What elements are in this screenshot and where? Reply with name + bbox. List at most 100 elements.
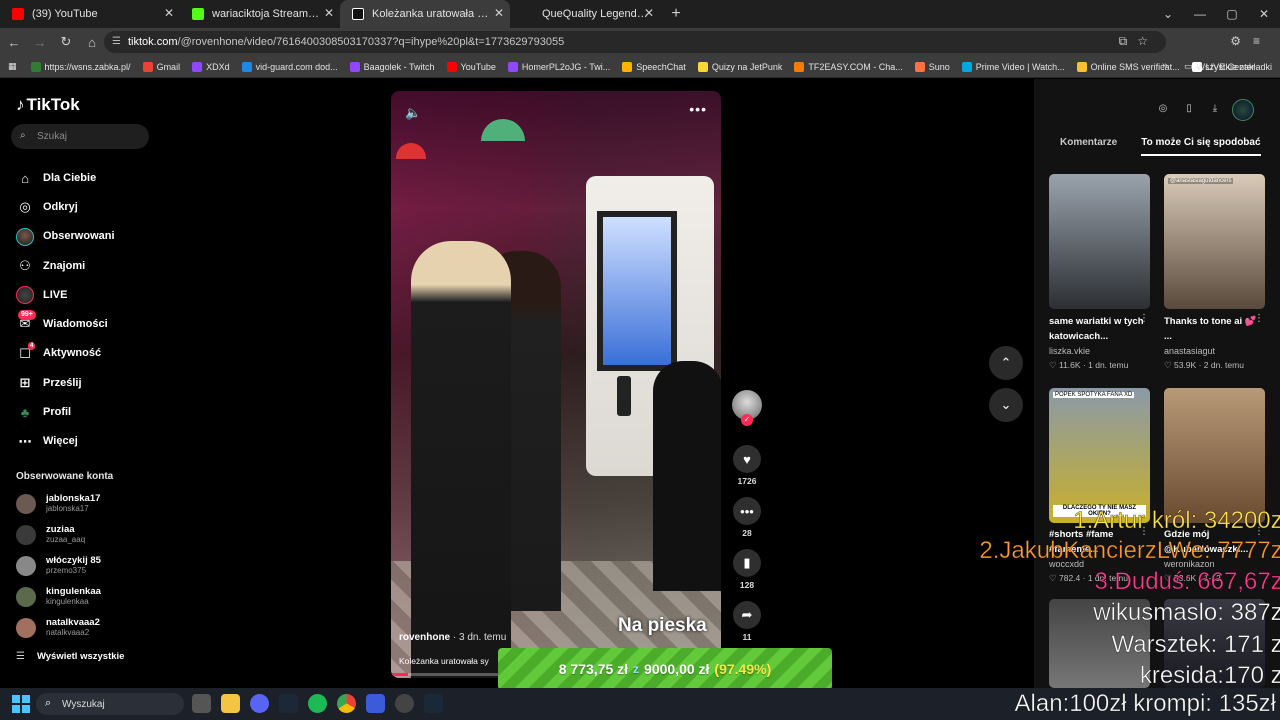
file-explorer-icon[interactable]: [221, 694, 240, 713]
save-button[interactable]: ▮: [733, 549, 761, 577]
maximize-button[interactable]: ▢: [1216, 0, 1248, 28]
video-thumbnail[interactable]: POPEK SPOTYKA FANA XD DLACZEGO TY NIE MAS…: [1049, 388, 1150, 523]
screen: (39) YouTube ✕ wariaciktoja Stream - Wat…: [0, 0, 1280, 720]
thumbnail-author[interactable]: anastasiagut: [1164, 346, 1215, 356]
followed-account[interactable]: jablonska17 jablonska17: [16, 489, 156, 520]
bookmark-item[interactable]: YouTube: [446, 61, 496, 72]
address-bar[interactable]: ☰ tiktok.com/@rovenhone/video/7616400308…: [104, 31, 1166, 53]
video-author[interactable]: rovenhone · 3 dn. temu: [399, 632, 506, 643]
close-tab-icon[interactable]: ✕: [494, 6, 504, 20]
spotify-icon[interactable]: [308, 694, 327, 713]
follow-check-icon[interactable]: ✓: [741, 414, 753, 426]
heart-outline-icon: ♡: [1049, 360, 1059, 370]
download-icon[interactable]: ⤓: [1206, 99, 1224, 117]
followed-account[interactable]: zuziaa zuzaa_aaq: [16, 520, 156, 551]
leaderboard-entry: wikusmaslo: 387zł: [1093, 599, 1280, 627]
nav-profile[interactable]: ♣ Profil: [16, 397, 156, 426]
apps-icon[interactable]: ▦: [8, 61, 17, 72]
chevron-up-icon: ⌃: [1000, 355, 1012, 370]
back-button[interactable]: ←: [2, 35, 26, 50]
bookmark-item[interactable]: Quizy na JetPunk: [697, 61, 782, 72]
discord-icon[interactable]: [250, 694, 269, 713]
thumbnail-author[interactable]: liszka.vkie: [1049, 346, 1090, 356]
tiktok-logo[interactable]: ♪ TikTok: [16, 95, 80, 115]
chrome-icon[interactable]: [337, 694, 356, 713]
search-input[interactable]: ⌕ Szukaj: [11, 124, 149, 149]
video-thumbnail[interactable]: [1049, 174, 1150, 309]
see-all-following-link[interactable]: ☰ Wyświetl wszystkie: [16, 651, 124, 662]
bookmark-item[interactable]: Prime Video | Watch...: [961, 61, 1065, 72]
tiktok-note-icon: ♪: [16, 95, 25, 114]
heart-icon: ♥: [743, 451, 751, 467]
nav-for-you[interactable]: ⌂ Dla Ciebie: [16, 163, 156, 192]
thumbnail-title[interactable]: same wariatki w tych katowicach...: [1049, 314, 1144, 344]
steam-icon[interactable]: [424, 694, 443, 713]
share-button[interactable]: ➦: [733, 601, 761, 629]
comment-button[interactable]: •••: [733, 497, 761, 525]
bookmark-item[interactable]: vid-guard.com dod...: [241, 61, 338, 72]
leaderboard-entry: Alan:100zł krompi: 135zł: [1014, 690, 1276, 718]
bookmarks-overflow-icon[interactable]: »: [1162, 60, 1168, 72]
steam-icon[interactable]: [279, 694, 298, 713]
tab-you-may-like[interactable]: To może Ci się spodobać: [1141, 137, 1261, 156]
next-video-button[interactable]: ⌄: [989, 388, 1023, 422]
more-options-icon[interactable]: ⋮: [1139, 313, 1149, 324]
bookmark-item[interactable]: Baagolek - Twitch: [349, 61, 435, 72]
new-tab-button[interactable]: +: [664, 2, 688, 26]
bookmark-item[interactable]: SpeechChat: [622, 61, 686, 72]
bookmark-item[interactable]: Suno: [914, 61, 950, 72]
close-tab-icon[interactable]: ✕: [644, 6, 654, 20]
reload-button[interactable]: ↻: [54, 34, 78, 50]
bookmark-item[interactable]: https://wsns.zabka.pl/: [30, 61, 131, 72]
video-thumbnail[interactable]: @anastasiagutdancers: [1164, 174, 1265, 309]
video-thumbnail[interactable]: [1164, 388, 1265, 523]
site-info-icon[interactable]: ☰: [112, 36, 121, 47]
task-view-icon[interactable]: [192, 694, 211, 713]
taskbar-search[interactable]: ⌕ Wyszukaj: [36, 693, 184, 715]
app-icon[interactable]: [366, 694, 385, 713]
windows-start-icon[interactable]: [12, 695, 30, 713]
nav-live[interactable]: LIVE: [16, 280, 156, 309]
tab-quequality[interactable]: QueQuality Legendary Hoodie ✕: [510, 0, 660, 28]
close-tab-icon[interactable]: ✕: [164, 6, 174, 20]
followed-account[interactable]: kingulenkaa kingulenkaa: [16, 582, 156, 613]
minimize-button[interactable]: —: [1184, 0, 1216, 28]
bookmark-star-icon[interactable]: ⧉☆: [1119, 34, 1158, 49]
more-options-icon[interactable]: ⋮: [1254, 313, 1264, 324]
nav-upload[interactable]: ⊞ Prześlij: [16, 368, 156, 397]
followed-account[interactable]: natalkvaaa2 natalkvaaa2: [16, 613, 156, 644]
bookmark-item[interactable]: Gmail: [142, 61, 180, 72]
extensions-icon[interactable]: ⚙≡: [1230, 34, 1272, 48]
forward-button[interactable]: →: [28, 35, 52, 50]
tab-kick-stream[interactable]: wariaciktoja Stream - Watch Live ✕: [180, 0, 340, 28]
home-button[interactable]: ⌂: [80, 35, 104, 50]
more-options-icon[interactable]: •••: [689, 101, 707, 117]
like-button[interactable]: ♥: [733, 445, 761, 473]
device-icon[interactable]: ▯: [1180, 99, 1198, 117]
user-avatar[interactable]: [1232, 99, 1254, 121]
nav-more[interactable]: ⋯ Więcej: [16, 427, 156, 456]
nav-friends[interactable]: ⚇ Znajomi: [16, 251, 156, 280]
nav-explore[interactable]: ◎ Odkryj: [16, 192, 156, 221]
bookmark-item[interactable]: HomerPL2oJG - Twi...: [507, 61, 610, 72]
close-tab-icon[interactable]: ✕: [324, 6, 334, 20]
nav-following[interactable]: Obserwowani: [16, 222, 156, 251]
bookmark-item[interactable]: XDXd: [192, 61, 230, 72]
previous-video-button[interactable]: ⌃: [989, 346, 1023, 380]
tab-youtube[interactable]: (39) YouTube ✕: [0, 0, 180, 28]
obs-icon[interactable]: [395, 694, 414, 713]
bookmark-item[interactable]: TF2EASY.COM - Cha...: [794, 61, 903, 72]
nav-messages[interactable]: ✉ 99+ Wiadomości: [16, 309, 156, 338]
close-window-button[interactable]: ✕: [1248, 0, 1280, 28]
video-player[interactable]: 🔈 ••• Na pieska rovenhone · 3 dn. temu K…: [391, 91, 721, 678]
thumbnail-title[interactable]: Thanks to tone ai 💕 ...: [1164, 314, 1259, 344]
coin-icon[interactable]: ◎: [1154, 99, 1172, 117]
tab-tiktok[interactable]: Koleżanka uratowała sytuację ✕: [340, 0, 510, 28]
nav-activity[interactable]: ☐ 4 Aktywność: [16, 339, 156, 368]
tab-comments[interactable]: Komentarze: [1060, 137, 1117, 156]
volume-icon[interactable]: 🔈: [405, 105, 421, 121]
followed-account[interactable]: włóczykij 85 przemo375: [16, 551, 156, 582]
all-bookmarks-folder[interactable]: ▭ Wszystkie zakładki: [1184, 61, 1272, 72]
panel-toolbar: ◎ ▯ ⤓: [1154, 99, 1254, 121]
tab-search-icon[interactable]: ⌄: [1152, 0, 1184, 28]
